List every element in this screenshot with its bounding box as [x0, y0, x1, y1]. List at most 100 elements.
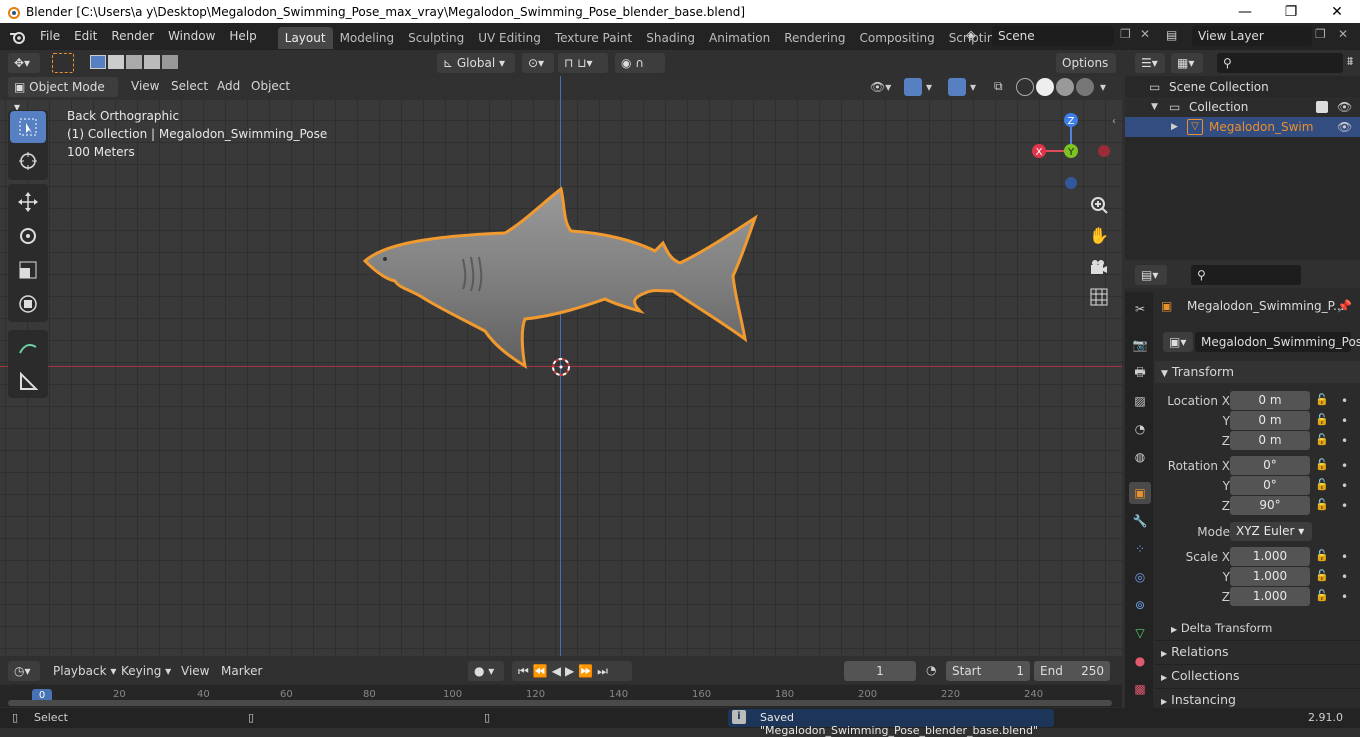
- scene-tab-icon[interactable]: ◔: [1129, 418, 1151, 440]
- remove-view-layer-icon[interactable]: ✕: [1338, 27, 1348, 41]
- select-new-icon[interactable]: [90, 55, 106, 69]
- lock-icon[interactable]: 🔓: [1315, 458, 1329, 471]
- remove-scene-icon[interactable]: ✕: [1140, 27, 1150, 41]
- rendered-shading-icon[interactable]: [1076, 78, 1094, 96]
- measure-tool-icon[interactable]: [10, 365, 46, 397]
- outliner-row-object[interactable]: ▶ ▽ Megalodon_Swimming_Pose 👁: [1125, 117, 1360, 137]
- collapse-arrow-icon[interactable]: ▼: [1151, 97, 1158, 117]
- transform-tool-icon[interactable]: [10, 288, 46, 320]
- keyframe-dot-icon[interactable]: •: [1341, 431, 1348, 451]
- rotation-x-field[interactable]: 0°: [1230, 456, 1310, 475]
- overlay-dropdown-icon[interactable]: ▾: [970, 80, 976, 94]
- navigation-gizmo[interactable]: Z X Y: [1025, 106, 1120, 191]
- preview-range-icon[interactable]: ◔: [926, 663, 936, 677]
- scale-tool-icon[interactable]: [10, 254, 46, 286]
- scale-x-field[interactable]: 1.000: [1230, 547, 1310, 566]
- material-shading-icon[interactable]: [1056, 78, 1074, 96]
- auto-keying-toggle[interactable]: ● ▾: [468, 661, 504, 681]
- viewport-menu-object[interactable]: Object: [244, 76, 297, 98]
- options-dropdown[interactable]: Options ▾: [1056, 53, 1116, 90]
- viewport-menu-view[interactable]: View: [124, 76, 166, 98]
- object-tab-icon[interactable]: ▣: [1129, 482, 1151, 504]
- pan-hand-icon[interactable]: ✋: [1086, 222, 1112, 248]
- xray-toggle-icon[interactable]: ⧉: [994, 79, 1003, 94]
- maximize-button[interactable]: ❐: [1268, 0, 1314, 23]
- menu-window[interactable]: Window: [161, 23, 222, 50]
- collection-checkbox-icon[interactable]: [1316, 101, 1328, 113]
- modifier-tab-icon[interactable]: 🔧: [1129, 510, 1151, 532]
- output-tab-icon[interactable]: 🖶: [1129, 362, 1151, 384]
- current-frame-field[interactable]: 1: [844, 661, 916, 681]
- playback-controls[interactable]: ⏮⏪◀▶⏩⏭: [512, 661, 632, 681]
- select-subtract-icon[interactable]: [126, 55, 142, 69]
- properties-search-icon[interactable]: ⚲: [1191, 265, 1301, 285]
- new-scene-icon[interactable]: ❐: [1120, 27, 1131, 41]
- keyframe-dot-icon[interactable]: •: [1341, 567, 1348, 587]
- overlay-toggle-icon[interactable]: [948, 78, 966, 96]
- lock-icon[interactable]: 🔓: [1315, 433, 1329, 446]
- start-frame-field[interactable]: Start 1: [946, 661, 1030, 681]
- zoom-icon[interactable]: [1086, 192, 1112, 218]
- keyframe-dot-icon[interactable]: •: [1341, 587, 1348, 607]
- expand-arrow-icon[interactable]: ▶: [1171, 117, 1178, 137]
- view-layer-name[interactable]: View Layer: [1192, 26, 1312, 46]
- end-frame-field[interactable]: End 250: [1034, 661, 1110, 681]
- timeline-menu-playback[interactable]: Playback ▾: [46, 658, 123, 684]
- outliner-editor-type-icon[interactable]: ☰▾: [1135, 53, 1165, 73]
- blender-menu-icon[interactable]: [9, 29, 27, 45]
- outliner-search-icon[interactable]: ⚲: [1217, 53, 1343, 73]
- display-mode-icon[interactable]: ▦▾: [1171, 53, 1203, 73]
- viewport-menu-add[interactable]: Add: [210, 76, 247, 98]
- timeline-scrollbar[interactable]: [8, 700, 1112, 706]
- data-block-field[interactable]: ▣▾ Megalodon_Swimming_Pose: [1163, 332, 1360, 352]
- lock-icon[interactable]: 🔓: [1315, 569, 1329, 582]
- lock-icon[interactable]: 🔓: [1315, 589, 1329, 602]
- material-tab-icon[interactable]: ●: [1129, 650, 1151, 672]
- keyframe-dot-icon[interactable]: •: [1341, 456, 1348, 476]
- select-tool-icon[interactable]: [10, 111, 46, 143]
- texture-tab-icon[interactable]: ▩: [1129, 678, 1151, 700]
- tool-tab-icon[interactable]: ✂: [1129, 298, 1151, 320]
- relations-header[interactable]: ▶ Relations: [1155, 640, 1360, 662]
- timeline-menu-view[interactable]: View: [174, 658, 216, 684]
- tab-animation[interactable]: Animation: [702, 27, 777, 49]
- keyframe-dot-icon[interactable]: •: [1341, 476, 1348, 496]
- location-z-field[interactable]: 0 m: [1230, 431, 1310, 450]
- menu-help[interactable]: Help: [222, 23, 263, 50]
- keyframe-dot-icon[interactable]: •: [1341, 411, 1348, 431]
- properties-editor-type-icon[interactable]: ▤▾: [1135, 265, 1167, 285]
- menu-file[interactable]: File: [33, 23, 67, 50]
- pivot-point-dropdown[interactable]: ⊙▾: [522, 53, 554, 73]
- timeline-menu-marker[interactable]: Marker: [214, 658, 269, 684]
- move-tool-icon[interactable]: [10, 186, 46, 218]
- new-view-layer-icon[interactable]: ❐: [1315, 27, 1326, 41]
- scale-y-field[interactable]: 1.000: [1230, 567, 1310, 586]
- scene-name[interactable]: Scene: [992, 26, 1114, 46]
- camera-view-icon[interactable]: [1086, 254, 1112, 280]
- view-layer-selector[interactable]: ▤ View Layer: [1166, 26, 1316, 46]
- lock-icon[interactable]: 🔓: [1315, 498, 1329, 511]
- timeline-menu-keying[interactable]: Keying ▾: [114, 658, 178, 684]
- snap-toggle[interactable]: ⊓ ⊔▾: [558, 53, 608, 73]
- view-layer-tab-icon[interactable]: ▨: [1129, 390, 1151, 412]
- timeline-ruler[interactable]: 0 20 40 60 80 100 120 140 160 180 200 22…: [0, 685, 1122, 707]
- shading-dropdown-icon[interactable]: ▾: [1100, 80, 1106, 94]
- gizmo-toggle-icon[interactable]: [904, 78, 922, 96]
- transform-panel-header[interactable]: ▼ Transform: [1155, 361, 1360, 383]
- world-tab-icon[interactable]: ◍: [1129, 446, 1151, 468]
- tab-modeling[interactable]: Modeling: [333, 27, 402, 49]
- tab-rendering[interactable]: Rendering: [777, 27, 852, 49]
- data-block-browse-icon[interactable]: ▣▾: [1163, 332, 1193, 352]
- delta-transform-header[interactable]: ▶ Delta Transform: [1171, 617, 1360, 639]
- transform-orientation-dropdown[interactable]: ⊾ Global ▾: [437, 53, 515, 73]
- shark-mesh[interactable]: [362, 186, 758, 370]
- filter-icon[interactable]: ⩩: [1347, 54, 1353, 69]
- annotate-tool-icon[interactable]: [10, 331, 46, 363]
- object-visibility-icon[interactable]: 👁: [1337, 117, 1352, 137]
- visibility-icon[interactable]: 👁▾: [870, 80, 891, 94]
- select-box-tool-icon[interactable]: [52, 53, 74, 73]
- constraints-tab-icon[interactable]: ⊚: [1129, 594, 1151, 616]
- 3d-viewport[interactable]: ▣ Object Mode ▾ View Select Add Object 👁…: [0, 76, 1122, 656]
- data-tab-icon[interactable]: ▽: [1129, 622, 1151, 644]
- select-invert-icon[interactable]: [144, 55, 160, 69]
